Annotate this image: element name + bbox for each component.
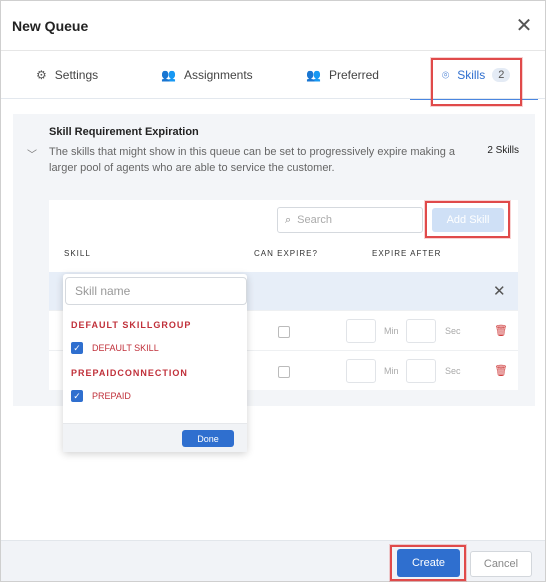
can-expire-checkbox[interactable]: [278, 366, 290, 378]
trash-icon[interactable]: 🗑: [494, 364, 508, 377]
skill-name-placeholder: Skill name: [75, 284, 131, 298]
gear-icon: ⚙: [36, 68, 47, 82]
expire-minutes-input[interactable]: [346, 319, 376, 343]
tab-label: Skills: [457, 68, 486, 82]
dropdown-footer: Done: [63, 423, 247, 452]
column-header-expire-after: EXPIRE AFTER: [372, 249, 442, 258]
dialog-footer: Create Cancel: [1, 540, 545, 581]
close-icon[interactable]: ✕: [493, 282, 506, 300]
tab-assignments[interactable]: 👥 Assignments: [161, 51, 253, 99]
skill-option-label: PREPAID: [92, 391, 131, 401]
users-icon: 👥: [306, 68, 321, 82]
tab-preferred[interactable]: 👥 Preferred: [306, 51, 379, 99]
expire-seconds-input[interactable]: [406, 319, 436, 343]
checkbox-checked[interactable]: ✓: [71, 390, 83, 402]
checkbox-checked[interactable]: ✓: [71, 342, 83, 354]
dialog-header: New Queue ✕: [1, 1, 545, 51]
tab-label: Assignments: [183, 68, 253, 82]
chevron-down-icon[interactable]: ﹀: [27, 146, 37, 161]
location-pin-icon: ⌾: [442, 67, 450, 82]
search-icon: ⌕: [285, 213, 292, 226]
users-icon: 👥: [161, 68, 176, 82]
seconds-unit-label: Sec: [445, 326, 461, 336]
expire-minutes-input[interactable]: [346, 359, 376, 383]
tab-label: Settings: [54, 68, 99, 82]
skill-option-label: DEFAULT SKILL: [92, 343, 159, 353]
section-title: Skill Requirement Expiration: [49, 126, 199, 138]
section-header: Skill Requirement Expiration The skills …: [49, 126, 459, 176]
skill-option-default-skill[interactable]: ✓ DEFAULT SKILL: [71, 342, 159, 354]
tab-bar: ⚙ Settings 👥 Assignments 👥 Preferred ⌾ S…: [1, 51, 545, 100]
tab-skills[interactable]: ⌾ Skills 2: [409, 51, 539, 100]
search-placeholder: Search: [297, 214, 333, 226]
close-icon[interactable]: ✕: [515, 16, 533, 36]
seconds-unit-label: Sec: [445, 366, 461, 376]
search-input[interactable]: ⌕ Search: [277, 207, 423, 233]
expire-seconds-input[interactable]: [406, 359, 436, 383]
skills-count: 2 Skills: [487, 145, 519, 156]
skill-option-prepaid[interactable]: ✓ PREPAID: [71, 390, 131, 402]
column-header-skill: SKILL: [64, 249, 91, 258]
trash-icon[interactable]: 🗑: [494, 324, 508, 337]
can-expire-checkbox[interactable]: [278, 326, 290, 338]
tab-label: Preferred: [328, 68, 379, 82]
add-skill-button[interactable]: Add Skill: [432, 208, 504, 232]
column-header-can-expire: CAN EXPIRE?: [254, 249, 318, 258]
done-button[interactable]: Done: [182, 430, 234, 447]
skills-count-badge: 2: [492, 68, 511, 82]
dialog-title: New Queue: [12, 17, 89, 34]
tab-settings[interactable]: ⚙ Settings: [36, 51, 98, 99]
skill-group-heading: PREPAIDCONNECTION: [71, 368, 188, 378]
create-button[interactable]: Create: [397, 549, 460, 577]
minutes-unit-label: Min: [384, 366, 399, 376]
skill-group-heading: DEFAULT SKILLGROUP: [71, 320, 192, 330]
skill-name-input[interactable]: Skill name: [65, 277, 247, 305]
new-queue-dialog: New Queue ✕ ⚙ Settings 👥 Assignments 👥 P…: [0, 0, 546, 582]
section-description: The skills that might show in this queue…: [49, 146, 455, 174]
minutes-unit-label: Min: [384, 326, 399, 336]
cancel-button[interactable]: Cancel: [470, 551, 532, 577]
